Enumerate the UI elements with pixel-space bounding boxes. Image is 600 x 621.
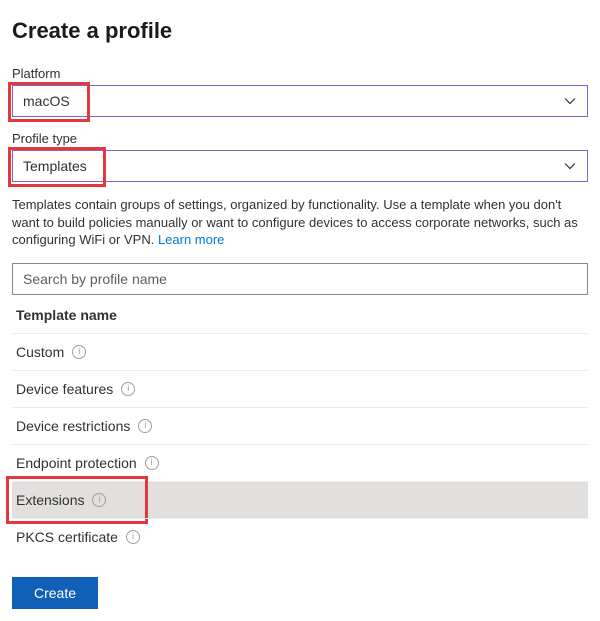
template-name: Device restrictions xyxy=(16,418,130,434)
learn-more-link[interactable]: Learn more xyxy=(158,232,224,247)
template-row-pkcs-certificate[interactable]: PKCS certificate i xyxy=(12,518,588,555)
template-row-device-features[interactable]: Device features i xyxy=(12,370,588,407)
platform-value: macOS xyxy=(23,93,70,109)
template-list: Custom i Device features i Device restri… xyxy=(12,333,588,555)
template-row-endpoint-protection[interactable]: Endpoint protection i xyxy=(12,444,588,481)
info-icon[interactable]: i xyxy=(92,493,106,507)
info-icon[interactable]: i xyxy=(126,530,140,544)
profile-type-value: Templates xyxy=(23,158,87,174)
template-name: Device features xyxy=(16,381,113,397)
chevron-down-icon xyxy=(563,159,577,173)
info-icon[interactable]: i xyxy=(121,382,135,396)
create-button[interactable]: Create xyxy=(12,577,98,609)
platform-label: Platform xyxy=(12,66,588,81)
template-name: Extensions xyxy=(16,492,84,508)
page-title: Create a profile xyxy=(12,18,588,44)
template-name: PKCS certificate xyxy=(16,529,118,545)
template-name: Custom xyxy=(16,344,64,360)
info-icon[interactable]: i xyxy=(145,456,159,470)
template-name-header: Template name xyxy=(12,295,588,333)
info-icon[interactable]: i xyxy=(72,345,86,359)
info-icon[interactable]: i xyxy=(138,419,152,433)
template-row-custom[interactable]: Custom i xyxy=(12,333,588,370)
profile-type-select[interactable]: Templates xyxy=(12,150,588,182)
description-text: Templates contain groups of settings, or… xyxy=(12,196,588,249)
template-row-device-restrictions[interactable]: Device restrictions i xyxy=(12,407,588,444)
template-row-extensions[interactable]: Extensions i xyxy=(12,481,588,518)
template-name: Endpoint protection xyxy=(16,455,137,471)
chevron-down-icon xyxy=(563,94,577,108)
platform-select[interactable]: macOS xyxy=(12,85,588,117)
profile-type-label: Profile type xyxy=(12,131,588,146)
search-input[interactable] xyxy=(12,263,588,295)
